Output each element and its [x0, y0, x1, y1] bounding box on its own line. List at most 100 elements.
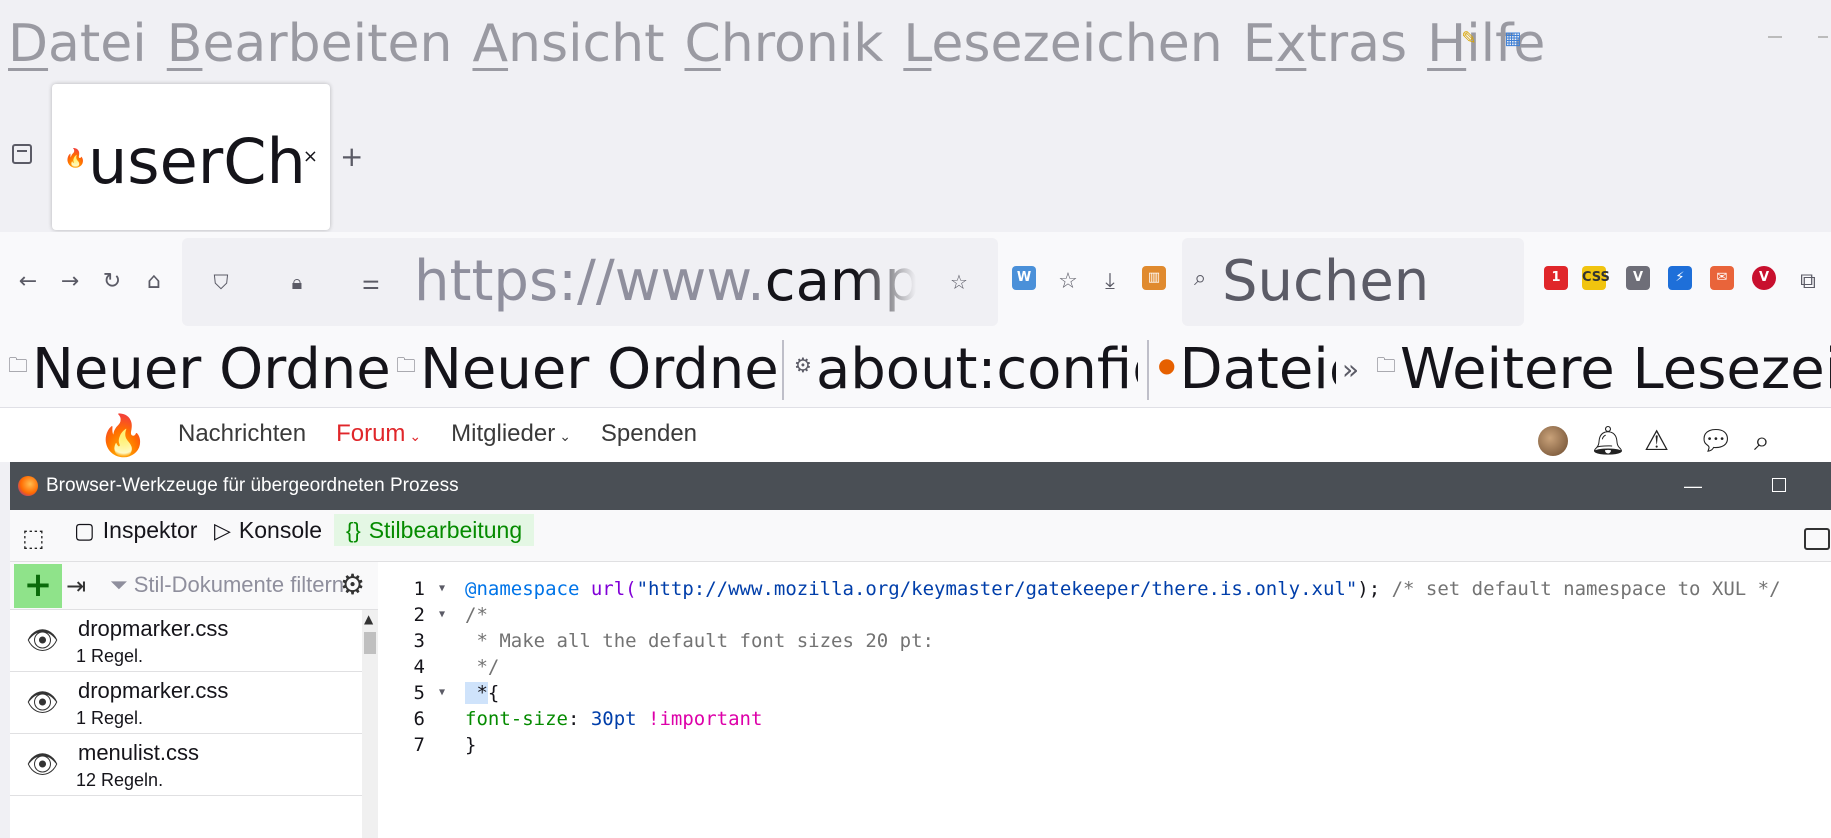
site-nav-mitglieder[interactable]: Mitglieder ⌄	[451, 420, 571, 448]
stylesheet-filter-input[interactable]: ⏷ Stil-Dokumente filtern	[110, 572, 344, 598]
new-stylesheet-button[interactable]: +	[14, 564, 62, 608]
search-bar[interactable]: ⌕ Suchen	[1182, 238, 1524, 326]
back-icon[interactable]: ←	[14, 268, 42, 296]
vivaldi-extension-icon[interactable]: V	[1626, 266, 1650, 290]
restore-icon[interactable]	[1818, 36, 1828, 38]
new-tab-button[interactable]: +	[340, 140, 363, 173]
close-icon[interactable]: ×	[303, 146, 318, 167]
menu-bar: Datei Bearbeiten Ansicht Chronik Lesezei…	[0, 0, 1831, 86]
bookmark-folder-1[interactable]: 🗀Neuer Ordner	[8, 332, 388, 407]
eye-icon[interactable]: 👁︎	[26, 626, 59, 656]
eye-icon[interactable]: 👁︎	[26, 750, 59, 780]
code-line-6: font-size: 30pt !important	[465, 708, 763, 730]
list-all-tabs-icon[interactable]	[12, 144, 32, 164]
site-nav: Nachrichten Forum ⌄ Mitglieder ⌄ Spenden	[178, 420, 697, 448]
menu-extras[interactable]: Extras	[1243, 6, 1407, 82]
menu-datei[interactable]: Datei	[8, 6, 147, 82]
dock-layout-icon[interactable]	[1804, 528, 1830, 550]
reload-icon[interactable]: ↻	[98, 268, 126, 296]
code-line-1: @namespace url("http://www.mozilla.org/k…	[465, 578, 1781, 600]
download-icon[interactable]: ⤓	[1096, 268, 1124, 296]
shield-icon[interactable]: ⛉	[208, 268, 234, 296]
search-icon[interactable]: ⌕	[1754, 424, 1770, 458]
vivaldi-red-icon[interactable]: V	[1752, 266, 1776, 290]
tab-title: userChrome.css	[88, 125, 303, 198]
devtools-window-title: Browser-Werkzeuge für übergeordneten Pro…	[46, 475, 459, 496]
flash-extension-icon[interactable]: ⚡	[1668, 266, 1692, 290]
notepad-icon[interactable]: ✎	[1458, 28, 1480, 50]
menu-items: Datei Bearbeiten Ansicht Chronik Lesezei…	[8, 6, 1545, 82]
web-content: 🔥 Nachrichten Forum ⌄ Mitglieder ⌄ Spenden…	[0, 408, 1831, 462]
tab-style-editor[interactable]: {} Stilbearbeitung	[334, 514, 535, 546]
bookmarks-overflow-chevron[interactable]: »	[1342, 332, 1366, 407]
chevron-up-icon[interactable]: ▲	[364, 612, 373, 626]
menu-hilfe[interactable]: Hilfe	[1427, 6, 1545, 82]
bell-icon[interactable]: 🔔︎	[1590, 424, 1626, 457]
menu-bearbeiten[interactable]: Bearbeiten	[167, 6, 453, 82]
devtools-toolbar: ⬚ ▢ Inspektor ▷ Konsole {} Stilbearbeitung	[10, 510, 1831, 562]
list-item[interactable]: 👁︎ dropmarker.css 1 Regel.	[10, 610, 362, 672]
stylesheet-rule-count: 1 Regel.	[76, 708, 144, 728]
tab-active[interactable]: 🔥 userChrome.css ×	[52, 84, 330, 230]
menu-chronik[interactable]: Chronik	[684, 6, 883, 82]
bookmark-about-config[interactable]: ⚙about:config	[794, 332, 1138, 407]
search-placeholder: Suchen	[1222, 249, 1430, 314]
url-text[interactable]: https://www.camp-firefox.de	[414, 246, 916, 318]
wiki-extension-icon[interactable]: W	[1012, 266, 1036, 290]
minimize-icon[interactable]: —	[1684, 462, 1702, 510]
list-item[interactable]: 👁︎ dropmarker.css 1 Regel.	[10, 672, 362, 734]
css-extension-icon[interactable]: CSS	[1582, 266, 1610, 290]
stylesheet-list-panel: + ⇥ ⏷ Stil-Dokumente filtern ⚙ 👁︎ dropma…	[10, 562, 378, 838]
gear-icon[interactable]: ⚙	[340, 568, 365, 601]
list-item[interactable]: 👁︎ menulist.css 12 Regeln.	[10, 734, 362, 796]
code-editor[interactable]: 1 ▼ 2 ▼ 3 4 5 ▼ 6 7 @namespace url("http://…	[379, 562, 1831, 838]
nav-bar: ← → ↻ ⌂ ⛉ 🔒︎ ⚌ https://www.camp-firefox.…	[0, 232, 1831, 332]
maximize-icon[interactable]	[1772, 478, 1786, 492]
bookmark-folder-2[interactable]: 🗀Neuer Ordner	[396, 332, 776, 407]
bookmark-separator	[1147, 340, 1149, 400]
campfire-logo[interactable]: 🔥	[98, 412, 148, 460]
line-number: 7	[413, 734, 425, 756]
tab-inspector[interactable]: ▢ Inspektor	[74, 514, 197, 546]
search-icon: ⌕	[1194, 266, 1207, 291]
pocket-icon[interactable]: ☆	[1054, 268, 1082, 296]
folder-icon: 🗀	[396, 352, 416, 377]
forward-icon[interactable]: →	[56, 268, 84, 296]
style-editor-icon: {}	[346, 518, 361, 543]
addon-badge-icon[interactable]: 1	[1544, 266, 1568, 290]
bookmarks-toolbar: 🗀Neuer Ordner 🗀Neuer Ordner ⚙about:confi…	[0, 332, 1831, 408]
calendar-icon[interactable]: ▦	[1502, 28, 1524, 50]
eye-icon[interactable]: 👁︎	[26, 688, 59, 718]
avatar[interactable]	[1538, 426, 1568, 456]
stylesheet-rule-count: 1 Regel.	[76, 646, 144, 666]
bookmark-star-icon[interactable]: ☆	[946, 268, 972, 296]
element-picker-icon[interactable]: ⬚	[22, 522, 54, 554]
import-icon[interactable]: ⇥	[66, 572, 86, 600]
home-icon[interactable]: ⌂	[140, 268, 168, 296]
alert-icon[interactable]: ⚠	[1644, 424, 1669, 457]
folder-icon: 🗀	[1376, 352, 1396, 377]
permissions-icon[interactable]: ⚌	[358, 268, 384, 296]
scrollbar[interactable]: ▲	[362, 610, 378, 838]
screenshot-extension-icon[interactable]: ✉	[1710, 266, 1734, 290]
chat-icon[interactable]: 💬︎	[1698, 424, 1734, 457]
bookmarks-extension-icon[interactable]: ▥	[1142, 266, 1166, 290]
site-nav-nachrichten[interactable]: Nachrichten	[178, 420, 306, 448]
bookmark-dateien[interactable]: ●Dateien	[1158, 332, 1336, 407]
stylesheet-toolbar: + ⇥ ⏷ Stil-Dokumente filtern ⚙	[10, 562, 378, 610]
site-nav-spenden[interactable]: Spenden	[601, 420, 697, 448]
stylesheet-rule-count: 12 Regeln.	[76, 770, 164, 790]
lock-icon[interactable]: 🔒︎	[284, 268, 310, 296]
menu-ansicht[interactable]: Ansicht	[472, 6, 664, 82]
menu-lesezeichen[interactable]: Lesezeichen	[903, 6, 1222, 82]
tab-strip: 🔥 userChrome.css × +	[0, 82, 1831, 232]
firefox-icon: ●	[1158, 352, 1176, 377]
code-line-3: * Make all the default font sizes 20 pt:	[465, 630, 934, 652]
url-bar[interactable]: ⛉ 🔒︎ ⚌ https://www.camp-firefox.de ☆	[182, 238, 998, 326]
minimize-icon[interactable]	[1768, 36, 1782, 38]
site-nav-forum[interactable]: Forum ⌄	[336, 420, 421, 448]
bookmark-weitere-lesezeichen[interactable]: 🗀Weitere Lesezeichen	[1376, 332, 1831, 407]
tab-console[interactable]: ▷ Konsole	[214, 514, 322, 546]
extensions-puzzle-icon[interactable]: ⧉	[1794, 268, 1822, 296]
scrollbar-thumb[interactable]	[364, 632, 376, 654]
